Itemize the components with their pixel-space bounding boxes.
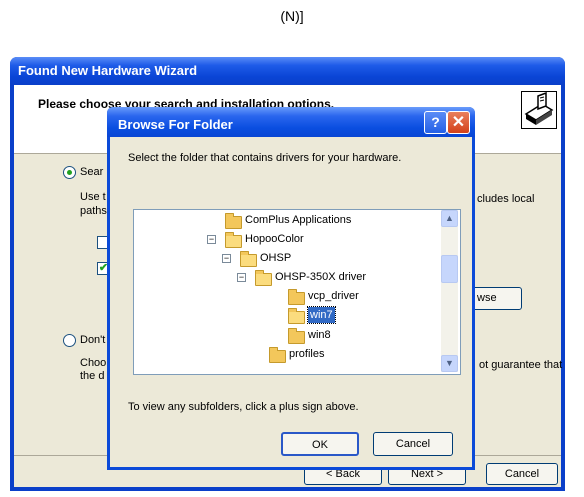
- tree-item-label: vcp_driver: [308, 290, 359, 302]
- tree-item[interactable]: profiles: [134, 346, 454, 363]
- tree-item-label: profiles: [289, 348, 325, 360]
- dialog-cancel-button[interactable]: Cancel: [373, 432, 453, 456]
- tree-item-label: win7: [307, 306, 336, 324]
- browse-dialog-title: Browse For Folder: [118, 117, 233, 132]
- folder-open-icon: [240, 251, 257, 267]
- tree-item[interactable]: ComPlus Applications: [134, 212, 454, 229]
- tree-scrollbar[interactable]: ▲ ▼: [441, 210, 458, 372]
- tree-item-label: OHSP-350X driver: [275, 271, 367, 283]
- tree-item[interactable]: vcp_driver: [134, 288, 454, 305]
- close-button[interactable]: ✕: [447, 111, 470, 134]
- dont-option-label: Don't: [80, 334, 106, 346]
- dialog-hint: To view any subfolders, click a plus sig…: [128, 401, 359, 413]
- includes-local-text: cludes local: [477, 193, 535, 205]
- folder-icon: [225, 213, 242, 229]
- tree-item[interactable]: − OHSP-350X driver: [134, 269, 454, 286]
- tree-item-label: win8: [308, 329, 331, 341]
- tree-item[interactable]: win7: [134, 306, 454, 324]
- folder-tree[interactable]: ComPlus Applications − HopooColor − OHSP − OHS…: [133, 209, 461, 375]
- search-radio[interactable]: [63, 166, 76, 179]
- folder-icon: [288, 328, 305, 344]
- collapse-toggle-icon[interactable]: −: [207, 235, 216, 244]
- dialog-instruction: Select the folder that contains drivers …: [128, 152, 402, 164]
- tree-item-label: HopooColor: [245, 233, 304, 245]
- paths-text: paths: [80, 205, 107, 217]
- tree-item-label: ComPlus Applications: [245, 214, 352, 226]
- collapse-toggle-icon[interactable]: −: [222, 254, 231, 263]
- choose-text: Choo: [80, 357, 107, 369]
- scroll-thumb[interactable]: [441, 255, 458, 283]
- dont-search-radio[interactable]: [63, 334, 76, 347]
- guarantee-text: ot guarantee that: [479, 359, 563, 371]
- help-button[interactable]: ?: [424, 111, 447, 134]
- hardware-icon: [521, 91, 557, 129]
- the-d-text: the d: [80, 370, 105, 382]
- top-caption: (N)]: [280, 8, 304, 24]
- tree-item-label: OHSP: [260, 252, 292, 264]
- wizard-cancel-button[interactable]: Cancel: [486, 463, 558, 485]
- folder-open-icon: [255, 270, 272, 286]
- wizard-title: Found New Hardware Wizard: [18, 63, 198, 78]
- folder-open-icon: [288, 308, 305, 324]
- tree-item[interactable]: − OHSP: [134, 250, 454, 267]
- folder-icon: [288, 289, 305, 305]
- scroll-down-button[interactable]: ▼: [441, 355, 458, 372]
- ok-button[interactable]: OK: [281, 432, 359, 456]
- search-option-label: Sear: [80, 166, 104, 178]
- folder-icon: [269, 347, 286, 363]
- collapse-toggle-icon[interactable]: −: [237, 273, 246, 282]
- tree-item[interactable]: win8: [134, 327, 454, 344]
- tree-item[interactable]: − HopooColor: [134, 231, 454, 248]
- folder-open-icon: [225, 232, 242, 248]
- use-text: Use t: [80, 191, 106, 203]
- scroll-up-button[interactable]: ▲: [441, 210, 458, 227]
